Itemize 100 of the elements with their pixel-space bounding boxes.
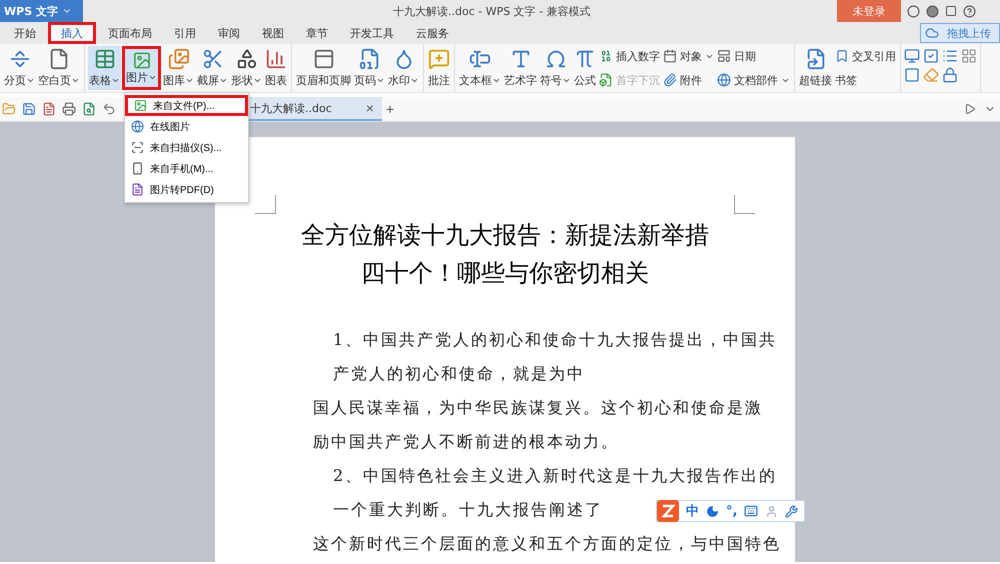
- menu-item[interactable]: 图片转PDF(D): [125, 179, 248, 200]
- play-icon[interactable]: [964, 103, 976, 115]
- comment-icon: [428, 48, 450, 70]
- language-toggle[interactable]: 中: [686, 502, 699, 520]
- corner-mark: [255, 195, 276, 214]
- app-menu-button[interactable]: WPS 文字: [0, 0, 83, 22]
- paragraph-line: 一个重大判断。十九大报告阐述了: [332, 499, 603, 521]
- ribbon-button[interactable]: 超链接: [798, 46, 833, 90]
- ribbon-button[interactable]: 艺术字: [503, 46, 538, 90]
- page-number-icon: [358, 48, 380, 70]
- punctuation-toggle[interactable]: °,: [726, 504, 738, 518]
- menu-tab[interactable]: 页面布局: [98, 22, 162, 44]
- ribbon-button[interactable]: 图库: [162, 46, 195, 90]
- ribbon-button[interactable]: 图片: [122, 46, 161, 90]
- ribbon-button[interactable]: 页码: [353, 46, 386, 90]
- user-icon[interactable]: [765, 504, 778, 518]
- folder-icon[interactable]: [2, 102, 16, 116]
- export-pdf-icon[interactable]: [42, 102, 56, 116]
- paragraph-line: 国人民谋幸福，为中华民族谋复兴。这个初心和使命是激: [313, 397, 763, 419]
- menu-tab[interactable]: 插入: [48, 22, 96, 44]
- menu-tab[interactable]: 章节: [296, 22, 338, 44]
- object-icon: [599, 73, 613, 87]
- save-icon[interactable]: [22, 102, 36, 116]
- help-icon[interactable]: [963, 4, 976, 18]
- caret-icon: [219, 76, 228, 85]
- document-title: 全方位解读十九大报告：新提法新举措: [300, 220, 710, 251]
- frame-icon[interactable]: [904, 67, 920, 83]
- ribbon-button[interactable]: 批注: [427, 46, 451, 90]
- undo-icon[interactable]: [102, 102, 116, 116]
- header-footer-icon: [312, 48, 334, 70]
- ribbon-button[interactable]: 插入数字: [598, 46, 661, 66]
- menu-tab[interactable]: 审阅: [208, 22, 250, 44]
- text-box-icon: [469, 48, 491, 70]
- phone-icon: [131, 162, 144, 175]
- menu-tab[interactable]: 开始: [4, 22, 46, 44]
- moon-icon[interactable]: [706, 504, 719, 518]
- paragraph-line: 产党人的初心和使命，就是为中: [332, 363, 585, 385]
- menu-tab[interactable]: 云服务: [406, 22, 459, 44]
- menu-item[interactable]: 来自扫描仪(S)...: [125, 137, 248, 158]
- ribbon-button[interactable]: 日期: [716, 46, 791, 66]
- keyboard-icon[interactable]: [744, 504, 758, 518]
- pi-icon: [574, 48, 596, 70]
- wrench-icon[interactable]: [785, 504, 798, 518]
- calendar-icon: [663, 49, 677, 63]
- ribbon-button[interactable]: 表格: [88, 46, 121, 90]
- bookmark-icon: [835, 49, 849, 63]
- ribbon-button[interactable]: 文本框: [458, 46, 502, 90]
- print-icon[interactable]: [62, 102, 76, 116]
- ribbon-button[interactable]: 交叉引用: [834, 46, 897, 66]
- omega-icon: [544, 48, 566, 70]
- ribbon-button[interactable]: 页眉和页脚: [295, 46, 352, 90]
- page-break-icon: [8, 48, 30, 70]
- pdf-icon: [131, 183, 144, 196]
- menu-tab[interactable]: 视图: [252, 22, 294, 44]
- menu-item[interactable]: 来自文件(P)...: [125, 95, 248, 116]
- document-parts-icon: [717, 49, 731, 63]
- close-button[interactable]: ×: [362, 100, 378, 116]
- picture-icon: [134, 99, 147, 112]
- caret-icon: [253, 76, 262, 85]
- caret-icon: [26, 76, 35, 85]
- tab-title: 十九大解读..doc: [250, 100, 332, 116]
- caret-icon: [376, 76, 385, 85]
- menu-tab[interactable]: 引用: [164, 22, 206, 44]
- menu-item[interactable]: 来自手机(M)...: [125, 158, 248, 179]
- ribbon-button[interactable]: 形状: [230, 46, 263, 90]
- blank-page-icon: [48, 48, 70, 70]
- ribbon-button[interactable]: 文档部件: [716, 70, 791, 90]
- list-icon[interactable]: [942, 48, 958, 64]
- paperclip-icon: [663, 73, 677, 87]
- ribbon-button[interactable]: 截屏: [196, 46, 229, 90]
- menu-tab[interactable]: 开发工具: [340, 22, 404, 44]
- ribbon-button[interactable]: 水印: [387, 46, 420, 90]
- form-field-icon[interactable]: [904, 48, 920, 64]
- caret-icon: [148, 73, 157, 82]
- grid-icon[interactable]: [961, 48, 977, 64]
- ribbon-button[interactable]: 图表: [264, 46, 288, 90]
- eraser-icon[interactable]: [923, 67, 939, 83]
- ribbon-button[interactable]: 分页: [3, 46, 36, 90]
- ribbon-button[interactable]: 书签: [834, 70, 897, 90]
- lock-icon[interactable]: [942, 67, 958, 83]
- caret-icon: [562, 76, 571, 85]
- corner-mark: [734, 195, 755, 214]
- caret-icon: [492, 76, 501, 85]
- paragraph-line: 这个新时代三个层面的意义和五个方面的定位，与中国特色: [313, 533, 781, 555]
- ribbon-button[interactable]: 附件: [662, 70, 715, 90]
- new-tab-button[interactable]: +: [382, 101, 398, 117]
- checkbox-icon[interactable]: [923, 48, 939, 64]
- preview-icon[interactable]: [82, 102, 96, 116]
- ribbon-button[interactable]: 公式: [573, 46, 597, 90]
- caret-icon: [111, 76, 120, 85]
- ribbon-button[interactable]: 空白页: [37, 46, 81, 90]
- window-title: 十九大解读..doc - WPS 文字 - 兼容模式: [393, 4, 591, 18]
- chart-icon: [265, 48, 287, 70]
- caret-icon: [185, 76, 194, 85]
- globe-icon: [717, 73, 731, 87]
- scissors-icon: [202, 48, 224, 70]
- table-icon: [94, 48, 116, 70]
- gallery-icon: [168, 48, 190, 70]
- ribbon-button[interactable]: 对象: [662, 46, 715, 66]
- ribbon-button[interactable]: 符号: [539, 46, 572, 90]
